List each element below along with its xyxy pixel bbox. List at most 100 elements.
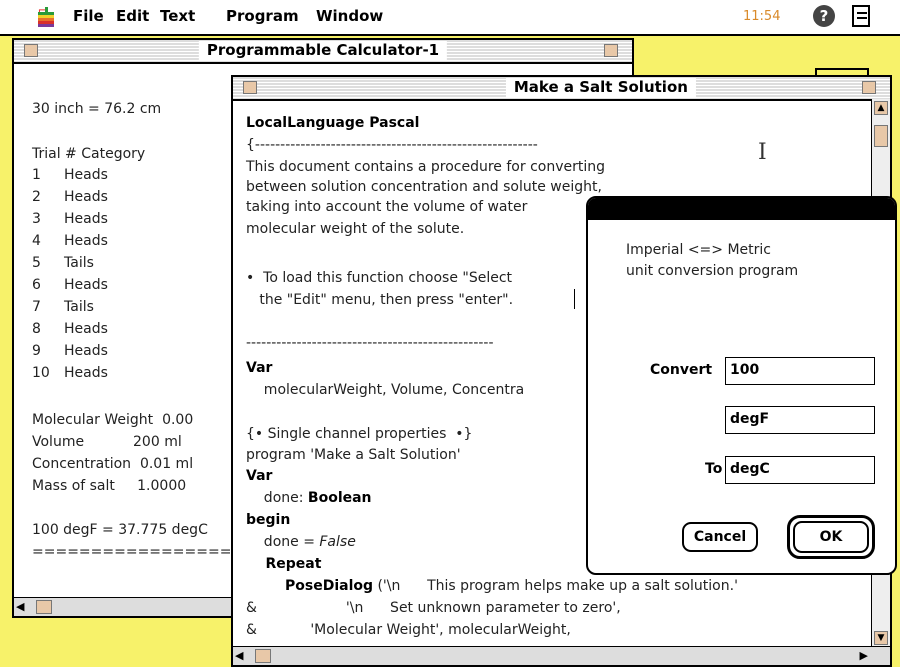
mass-of-salt-row: Mass of salt 1.0000: [32, 478, 187, 494]
trial-category: Heads: [64, 321, 108, 337]
menu-edit[interactable]: Edit: [116, 7, 149, 25]
code-line-4: between solution concentration and solut…: [246, 179, 602, 195]
trial-number: 7: [32, 299, 41, 315]
trial-number: 1: [32, 167, 41, 183]
trial-row: 5 Tails: [32, 253, 94, 273]
scroll-thumb[interactable]: [255, 649, 271, 663]
trial-category: Heads: [64, 167, 108, 183]
help-icon[interactable]: ?: [813, 5, 835, 27]
unit-conversion-dialog[interactable]: Imperial <=> Metric unit conversion prog…: [586, 196, 897, 575]
volume-row: Volume 200 ml: [32, 434, 182, 450]
menu-text[interactable]: Text: [160, 7, 195, 25]
scroll-left-arrow-icon[interactable]: ◀: [16, 600, 24, 613]
trial-row: 4 Heads: [32, 231, 108, 251]
trial-row: 9 Heads: [32, 341, 108, 361]
menu-file[interactable]: File: [73, 7, 104, 25]
trial-category: Tails: [64, 299, 94, 315]
dialog-description-line-1: Imperial <=> Metric: [626, 242, 771, 258]
salt-solution-window-title: Make a Salt Solution: [505, 78, 696, 97]
trial-number: 4: [32, 233, 41, 249]
code-line-17: done = False: [246, 532, 356, 552]
trial-category: Heads: [64, 277, 108, 293]
code-line-15: done: Boolean: [246, 488, 372, 508]
code-line-15-text: done:: [246, 490, 308, 506]
trial-category: Tails: [64, 255, 94, 271]
zoom-box-icon[interactable]: [604, 44, 618, 57]
code-line-14: Var: [246, 468, 273, 484]
to-unit-field[interactable]: degC: [725, 456, 875, 484]
degf-conversion-result: 100 degF = 37.775 degC: [32, 522, 208, 538]
convert-label: Convert: [650, 362, 713, 378]
calculator-titlebar[interactable]: Programmable Calculator-1: [14, 40, 632, 64]
salt-solution-titlebar[interactable]: Make a Salt Solution: [233, 77, 890, 101]
code-line-9: ----------------------------------------…: [246, 335, 494, 351]
application-menu-icon[interactable]: [852, 5, 870, 27]
code-line-21: & 'Molecular Weight', molecularWeight,: [246, 622, 571, 638]
scroll-up-arrow-icon[interactable]: ▲: [874, 101, 888, 115]
code-line-19-text: ('\n This program helps make up a salt s…: [373, 578, 738, 594]
zoom-box-icon[interactable]: [862, 81, 876, 94]
text-cursor: [574, 289, 575, 309]
menu-program[interactable]: Program: [226, 7, 299, 25]
trial-number: 8: [32, 321, 41, 337]
scroll-thumb[interactable]: [874, 125, 888, 147]
to-label: To: [705, 461, 723, 477]
trial-row: 8 Heads: [32, 319, 108, 339]
code-line-20: & '\n Set unknown parameter to zero',: [246, 600, 621, 616]
code-line-17-text: done =: [246, 534, 320, 550]
trial-number: 3: [32, 211, 41, 227]
molecular-weight-row: Molecular Weight 0.00: [32, 412, 194, 428]
from-unit-field[interactable]: degF: [725, 406, 875, 434]
code-line-8: the "Edit" menu, then press "enter".: [246, 292, 514, 308]
trial-category: Heads: [64, 365, 108, 381]
concentration-row: Concentration 0.01 ml: [32, 456, 194, 472]
apple-logo-icon[interactable]: [36, 6, 56, 28]
inch-conversion-result: 30 inch = 76.2 cm: [32, 101, 162, 117]
trial-header: Trial # Category: [32, 146, 146, 162]
trial-number: 6: [32, 277, 41, 293]
scroll-thumb[interactable]: [36, 600, 52, 614]
scroll-right-arrow-icon[interactable]: ▶: [860, 649, 868, 662]
code-line-19-keyword: PoseDialog: [246, 578, 374, 594]
trial-number: 5: [32, 255, 41, 271]
calculator-horizontal-scrollbar[interactable]: ◀: [14, 597, 232, 616]
convert-value-field[interactable]: 100: [725, 357, 875, 385]
cancel-button[interactable]: Cancel: [682, 522, 758, 552]
calculator-window-title: Programmable Calculator-1: [198, 41, 448, 60]
code-line-17-value: False: [319, 534, 356, 550]
ok-button[interactable]: OK: [793, 521, 869, 553]
code-line-3: This document contains a procedure for c…: [246, 159, 605, 175]
code-line-11: molecularWeight, Volume, Concentra: [246, 382, 525, 398]
trial-row: 2 Heads: [32, 187, 108, 207]
close-box-icon[interactable]: [24, 44, 38, 57]
code-line-6: molecular weight of the solute.: [246, 221, 465, 237]
code-line-12: {• Single channel properties •}: [246, 426, 473, 442]
trial-row: 10 Heads: [32, 363, 108, 383]
trial-row: 3 Heads: [32, 209, 108, 229]
salt-horizontal-scrollbar[interactable]: ◀ ▶: [233, 646, 890, 665]
menu-window[interactable]: Window: [316, 7, 383, 25]
code-line-5: taking into account the volume of water: [246, 199, 528, 215]
trial-row: 1 Heads: [32, 165, 108, 185]
code-line-2: {---------------------------------------…: [246, 137, 538, 153]
trial-number: 2: [32, 189, 41, 205]
dialog-titlebar[interactable]: [588, 198, 895, 220]
scroll-left-arrow-icon[interactable]: ◀: [235, 649, 243, 662]
code-line-7: • To load this function choose "Select: [246, 270, 513, 286]
code-line-1: LocalLanguage Pascal: [246, 115, 420, 131]
code-line-19: PoseDialog ('\n This program helps make …: [246, 576, 738, 596]
trial-category: Heads: [64, 211, 108, 227]
trial-number: 10: [32, 365, 50, 381]
ibeam-cursor-icon: I: [758, 140, 767, 165]
code-line-18: Repeat: [246, 556, 322, 572]
trial-category: Heads: [64, 233, 108, 249]
code-line-13: program 'Make a Salt Solution': [246, 447, 461, 463]
trial-category: Heads: [64, 189, 108, 205]
scroll-down-arrow-icon[interactable]: ▼: [874, 631, 888, 645]
close-box-icon[interactable]: [243, 81, 257, 94]
trial-row: 6 Heads: [32, 275, 108, 295]
code-line-15-type: Boolean: [307, 490, 372, 506]
trial-category: Heads: [64, 343, 108, 359]
menu-clock: 11:54: [743, 9, 781, 24]
code-line-16: begin: [246, 512, 291, 528]
